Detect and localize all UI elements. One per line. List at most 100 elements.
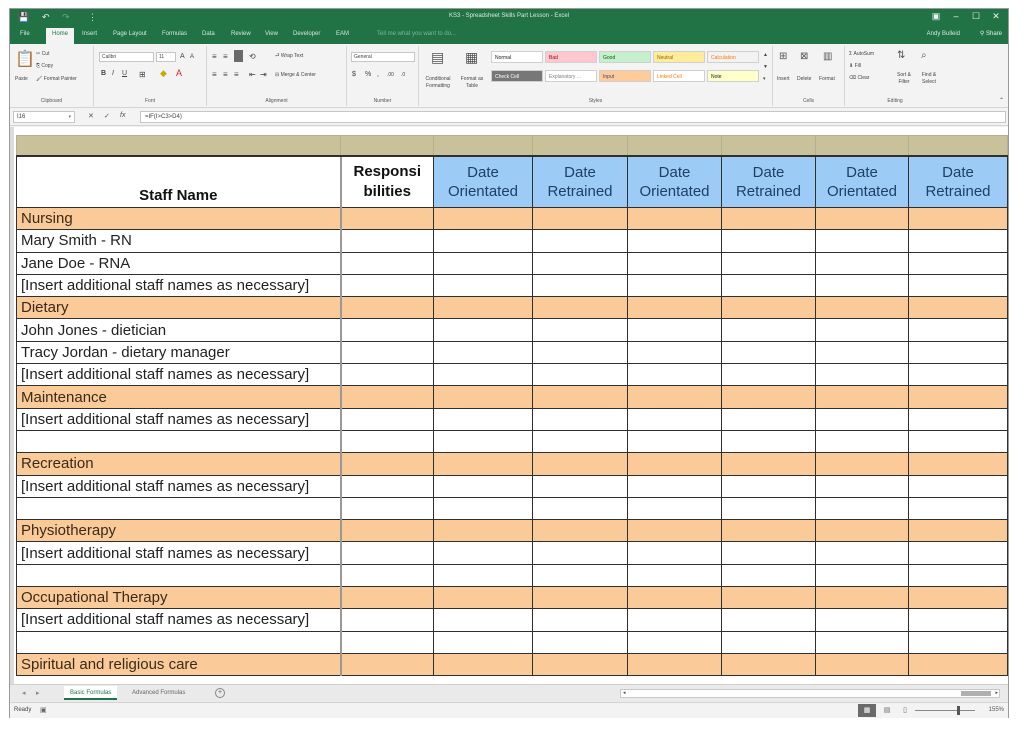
align-bottom-icon[interactable] <box>234 50 243 62</box>
date-orientated-header[interactable]: Date Orientated <box>627 155 722 208</box>
responsibilities-cell[interactable] <box>339 586 434 610</box>
date-cell[interactable] <box>721 630 816 654</box>
date-cell[interactable] <box>433 206 533 231</box>
responsibilities-header[interactable]: Responsi bilities <box>339 155 434 208</box>
date-cell[interactable] <box>433 340 533 365</box>
date-cell[interactable] <box>721 206 816 231</box>
date-cell[interactable] <box>721 273 816 298</box>
date-cell[interactable] <box>627 340 722 365</box>
responsibilities-cell[interactable] <box>339 630 434 654</box>
cell-style-bad[interactable]: Bad <box>545 51 597 63</box>
cut-button[interactable]: ✂ Cut <box>36 51 49 57</box>
tab-formulas[interactable]: Formulas <box>162 31 187 37</box>
staff-name-cell[interactable] <box>16 630 341 654</box>
date-cell[interactable] <box>627 630 722 654</box>
responsibilities-cell[interactable] <box>339 474 434 498</box>
date-cell[interactable] <box>721 496 816 521</box>
minimize-button[interactable]: – <box>946 11 966 21</box>
date-cell[interactable] <box>815 407 909 431</box>
staff-name-cell[interactable]: John Jones - dietician <box>16 318 341 342</box>
gallery-up-icon[interactable]: ▲ <box>763 52 768 58</box>
category-name-cell[interactable]: Recreation <box>16 452 341 476</box>
staff-name-cell[interactable]: [Insert additional staff names as necess… <box>16 363 341 387</box>
date-retrained-header[interactable]: Date Retrained <box>721 155 816 208</box>
date-cell[interactable] <box>532 608 628 632</box>
date-orientated-header[interactable]: Date Orientated <box>815 155 909 208</box>
band-cell[interactable] <box>815 135 909 157</box>
autosum-button[interactable]: Σ AutoSum <box>849 51 874 57</box>
find-icon[interactable]: ⌕ <box>921 51 927 61</box>
staff-name-cell[interactable] <box>16 429 341 454</box>
cell-style-good[interactable]: Good <box>599 51 651 63</box>
date-cell[interactable] <box>433 385 533 409</box>
responsibilities-cell[interactable] <box>339 652 434 677</box>
date-cell[interactable] <box>532 452 628 476</box>
date-cell[interactable] <box>721 541 816 565</box>
tab-review[interactable]: Review <box>231 31 251 37</box>
date-cell[interactable] <box>908 206 1008 231</box>
date-cell[interactable] <box>433 563 533 588</box>
date-cell[interactable] <box>433 229 533 253</box>
insert-function-icon[interactable]: fx <box>120 112 125 119</box>
date-cell[interactable] <box>815 474 909 498</box>
date-cell[interactable] <box>532 652 628 677</box>
sort-filter-icon[interactable]: ⇅ <box>897 51 905 61</box>
staff-name-cell[interactable] <box>16 496 341 521</box>
band-cell[interactable] <box>627 135 722 157</box>
format-as-table-button[interactable]: Format as Table <box>457 76 487 90</box>
scroll-right-icon[interactable]: ▸ <box>995 690 998 696</box>
date-cell[interactable] <box>721 318 816 342</box>
date-cell[interactable] <box>815 251 909 275</box>
insert-cells-icon[interactable]: ⊞ <box>779 52 787 62</box>
restore-button[interactable]: ☐ <box>966 11 986 22</box>
date-cell[interactable] <box>627 407 722 431</box>
normal-view-button[interactable]: ▦ <box>858 704 876 717</box>
date-cell[interactable] <box>532 206 628 231</box>
find-select-button[interactable]: Find & Select <box>917 72 941 86</box>
date-cell[interactable] <box>721 652 816 677</box>
date-cell[interactable] <box>815 586 909 610</box>
font-color-icon[interactable]: A <box>176 68 182 78</box>
date-cell[interactable] <box>532 407 628 431</box>
staff-name-cell[interactable]: Mary Smith - RN <box>16 229 341 253</box>
date-cell[interactable] <box>627 496 722 521</box>
decrease-indent-icon[interactable]: ⇤ <box>249 70 256 79</box>
date-cell[interactable] <box>721 586 816 610</box>
insert-cells-button[interactable]: Insert <box>777 76 790 82</box>
date-cell[interactable] <box>532 296 628 320</box>
responsibilities-cell[interactable] <box>339 296 434 320</box>
date-cell[interactable] <box>721 296 816 320</box>
fill-button[interactable]: ⬇ Fill <box>849 63 861 69</box>
date-cell[interactable] <box>908 273 1008 298</box>
date-cell[interactable] <box>532 363 628 387</box>
date-cell[interactable] <box>908 630 1008 654</box>
date-cell[interactable] <box>433 273 533 298</box>
date-cell[interactable] <box>433 652 533 677</box>
date-retrained-header[interactable]: Date Retrained <box>532 155 628 208</box>
align-center-icon[interactable]: ≡ <box>223 70 228 79</box>
responsibilities-cell[interactable] <box>339 251 434 275</box>
date-cell[interactable] <box>908 385 1008 409</box>
percent-button[interactable]: % <box>365 71 371 78</box>
date-cell[interactable] <box>815 273 909 298</box>
align-right-icon[interactable]: ≡ <box>234 70 239 79</box>
date-cell[interactable] <box>433 363 533 387</box>
cell-style-neutral[interactable]: Neutral <box>653 51 705 63</box>
date-cell[interactable] <box>627 229 722 253</box>
sheet-tab-basic-formulas[interactable]: Basic Formulas <box>64 686 118 700</box>
format-cells-button[interactable]: Format <box>819 76 835 82</box>
increase-font-icon[interactable]: A <box>180 53 185 60</box>
date-cell[interactable] <box>433 519 533 543</box>
date-cell[interactable] <box>815 652 909 677</box>
scroll-tabs-left-icon[interactable]: ◂ <box>22 689 26 697</box>
staff-name-cell[interactable]: [Insert additional staff names as necess… <box>16 608 341 632</box>
date-cell[interactable] <box>908 496 1008 521</box>
date-cell[interactable] <box>908 251 1008 275</box>
date-cell[interactable] <box>627 273 722 298</box>
date-cell[interactable] <box>721 608 816 632</box>
date-cell[interactable] <box>721 474 816 498</box>
date-cell[interactable] <box>908 586 1008 610</box>
date-cell[interactable] <box>721 340 816 365</box>
date-cell[interactable] <box>908 541 1008 565</box>
date-cell[interactable] <box>908 452 1008 476</box>
